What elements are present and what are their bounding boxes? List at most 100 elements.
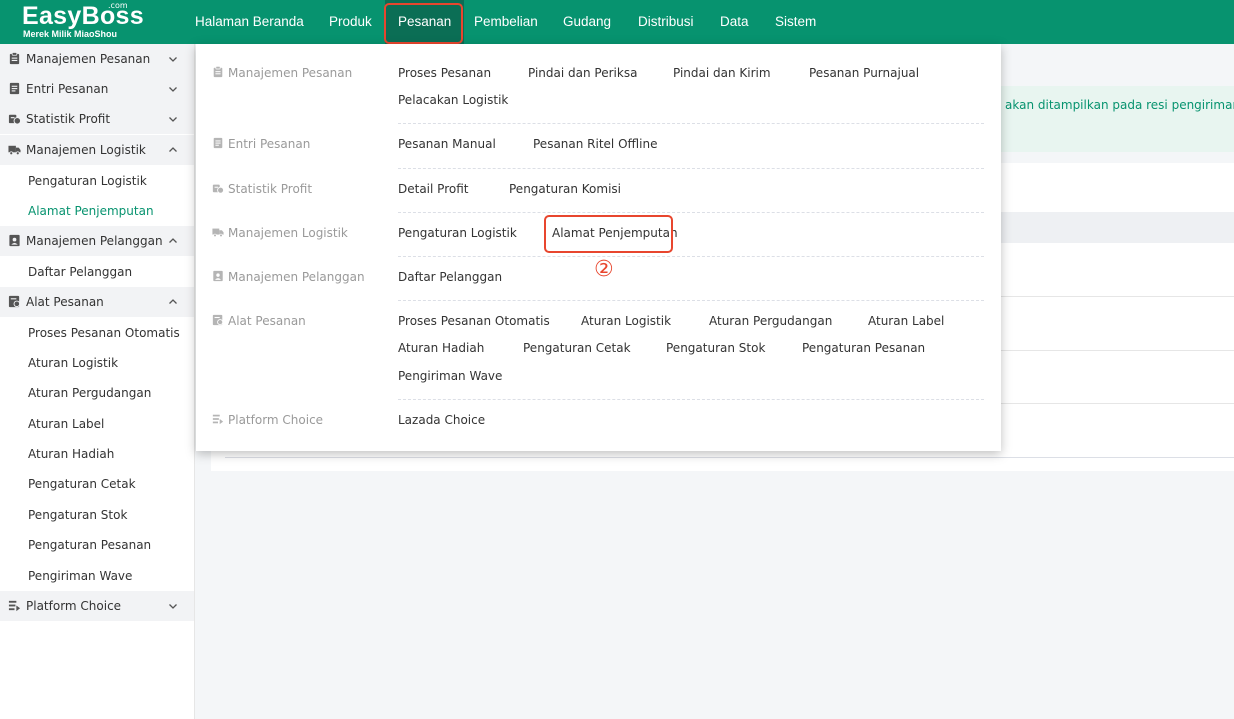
sidebar-item-daftar-pelanggan[interactable]: Daftar Pelanggan (28, 262, 132, 282)
nav-data[interactable]: Data (718, 0, 751, 44)
sidebar-item-pengaturan-stok[interactable]: Pengaturan Stok (28, 505, 127, 525)
menu-link-pesanan-purnajual[interactable]: Pesanan Purnajual (809, 64, 919, 82)
sidebar-group-manajemen-logistik[interactable]: Manajemen Logistik (0, 135, 194, 165)
highlight-pesanan (384, 3, 463, 44)
info-banner-text: akan ditampilkan pada resi pengiriman (1005, 98, 1234, 112)
table-row-divider (1001, 403, 1234, 404)
tools-icon (8, 295, 21, 308)
chevron-down-icon (169, 117, 177, 122)
menu-link-daftar-pelanggan[interactable]: Daftar Pelanggan (398, 268, 502, 286)
menu-category-label: Manajemen Logistik (228, 226, 348, 240)
menu-link-pengaturan-pesanan[interactable]: Pengaturan Pesanan (802, 339, 925, 357)
menu-category-label: Manajemen Pelanggan (228, 270, 365, 284)
logo-com: .com (108, 1, 128, 10)
menu-link-aturan-hadiah[interactable]: Aturan Hadiah (398, 339, 484, 357)
menu-link-aturan-logistik[interactable]: Aturan Logistik (581, 312, 671, 330)
nav-produk[interactable]: Produk (327, 0, 374, 44)
coins-icon (8, 114, 21, 125)
menu-link-aturan-pergudangan[interactable]: Aturan Pergudangan (709, 312, 832, 330)
truck-icon (212, 228, 224, 238)
easyboss-logo[interactable]: EasyBoss .com Merek Milik MiaoShou (22, 1, 144, 41)
menu-link-pindai-dan-kirim[interactable]: Pindai dan Kirim (673, 64, 771, 82)
document-icon (9, 82, 20, 95)
menu-category-label: Statistik Profit (228, 182, 313, 196)
chevron-up-icon (169, 238, 177, 243)
sidebar-item-pengaturan-cetak[interactable]: Pengaturan Cetak (28, 474, 136, 494)
truck-icon (8, 145, 21, 156)
sidebar-item-pengiriman-wave[interactable]: Pengiriman Wave (28, 566, 132, 586)
menu-category-label: Alat Pesanan (228, 314, 306, 328)
sidebar-item-pengaturan-logistik[interactable]: Pengaturan Logistik (28, 171, 147, 191)
sidebar-group-label: Statistik Profit (26, 112, 111, 126)
table-row-divider (1001, 296, 1234, 297)
menu-link-pindai-dan-periksa[interactable]: Pindai dan Periksa (528, 64, 637, 82)
sidebar-item-aturan-hadiah[interactable]: Aturan Hadiah (28, 444, 114, 464)
clipboard-icon (9, 52, 20, 65)
table-bottom-border (225, 457, 1234, 458)
menu-category-label: Platform Choice (228, 413, 324, 427)
sidebar-group-label: Platform Choice (26, 599, 122, 613)
menu-link-proses-pesanan[interactable]: Proses Pesanan (398, 64, 491, 82)
step-2-marker: ② (594, 257, 614, 282)
sidebar-item-alamat-penjemputan[interactable]: Alamat Penjemputan (28, 201, 154, 221)
coins-icon (212, 184, 224, 194)
menu-link-lazada-choice[interactable]: Lazada Choice (398, 411, 485, 429)
sidebar-group-label: Manajemen Pesanan (26, 52, 151, 66)
nav-pembelian[interactable]: Pembelian (472, 0, 540, 44)
menu-link-pengaturan-logistik[interactable]: Pengaturan Logistik (398, 224, 517, 242)
nav-distribusi[interactable]: Distribusi (636, 0, 696, 44)
menu-link-pengaturan-komisi[interactable]: Pengaturan Komisi (509, 180, 621, 198)
platform-icon (8, 600, 21, 612)
menu-divider (398, 300, 984, 301)
menu-link-pengiriman-wave[interactable]: Pengiriman Wave (398, 367, 502, 385)
menu-link-pelacakan-logistik[interactable]: Pelacakan Logistik (398, 91, 508, 109)
sidebar-group-label: Manajemen Logistik (26, 143, 146, 157)
tools-icon (212, 314, 224, 326)
chevron-down-icon (169, 604, 177, 609)
chevron-down-icon (169, 87, 177, 92)
chevron-up-icon (169, 299, 177, 304)
sidebar-group-manajemen-pelanggan[interactable]: Manajemen Pelanggan (0, 226, 194, 256)
sidebar-item-pengaturan-pesanan[interactable]: Pengaturan Pesanan (28, 535, 151, 555)
chevron-down-icon (169, 57, 177, 62)
menu-link-aturan-label[interactable]: Aturan Label (868, 312, 944, 330)
document-icon (213, 137, 223, 149)
sidebar-group-statistik-profit[interactable]: Statistik Profit (0, 104, 194, 134)
menu-category-label: Entri Pesanan (228, 137, 311, 151)
sidebar-group-entri-pesanan[interactable]: Entri Pesanan (0, 74, 194, 104)
menu-divider (398, 123, 984, 124)
menu-link-pengaturan-cetak[interactable]: Pengaturan Cetak (523, 339, 631, 357)
menu-divider (398, 399, 984, 400)
sidebar-item-aturan-label[interactable]: Aturan Label (28, 414, 104, 434)
sidebar-item-aturan-pergudangan[interactable]: Aturan Pergudangan (28, 383, 151, 403)
sidebar-item-proses-pesanan-otomatis[interactable]: Proses Pesanan Otomatis (28, 323, 180, 343)
menu-link-detail-profit[interactable]: Detail Profit (398, 180, 468, 198)
table-row-divider (1001, 350, 1234, 351)
nav-sistem[interactable]: Sistem (773, 0, 818, 44)
sidebar-group-alat-pesanan[interactable]: Alat Pesanan (0, 287, 194, 317)
menu-divider (398, 168, 984, 169)
menu-link-pesanan-manual[interactable]: Pesanan Manual (398, 135, 496, 153)
menu-divider (398, 256, 984, 257)
sidebar-group-platform-choice[interactable]: Platform Choice (0, 591, 194, 621)
nav-gudang[interactable]: Gudang (561, 0, 613, 44)
menu-link-proses-pesanan-otomatis[interactable]: Proses Pesanan Otomatis (398, 312, 550, 330)
sidebar-item-aturan-logistik[interactable]: Aturan Logistik (28, 353, 118, 373)
top-navbar: EasyBoss .com Merek Milik MiaoShou Halam… (0, 0, 1234, 44)
menu-category-label: Manajemen Pesanan (228, 66, 353, 80)
platform-icon (212, 414, 224, 425)
contact-icon (9, 234, 20, 247)
sidebar-group-manajemen-pesanan[interactable]: Manajemen Pesanan (0, 44, 194, 74)
sidebar-group-label: Alat Pesanan (26, 295, 104, 309)
menu-link-pesanan-ritel-offline[interactable]: Pesanan Ritel Offline (533, 135, 657, 153)
highlight-alamat-penjemputan (544, 215, 673, 253)
menu-divider (398, 212, 984, 213)
sidebar-group-label: Manajemen Pelanggan (26, 234, 163, 248)
logo-tagline: Merek Milik MiaoShou (23, 29, 118, 39)
clipboard-icon (213, 66, 223, 78)
sidebar-group-label: Entri Pesanan (26, 82, 109, 96)
chevron-up-icon (169, 147, 177, 152)
menu-link-pengaturan-stok[interactable]: Pengaturan Stok (666, 339, 765, 357)
contact-icon (213, 270, 223, 282)
nav-halaman-beranda[interactable]: Halaman Beranda (193, 0, 306, 44)
